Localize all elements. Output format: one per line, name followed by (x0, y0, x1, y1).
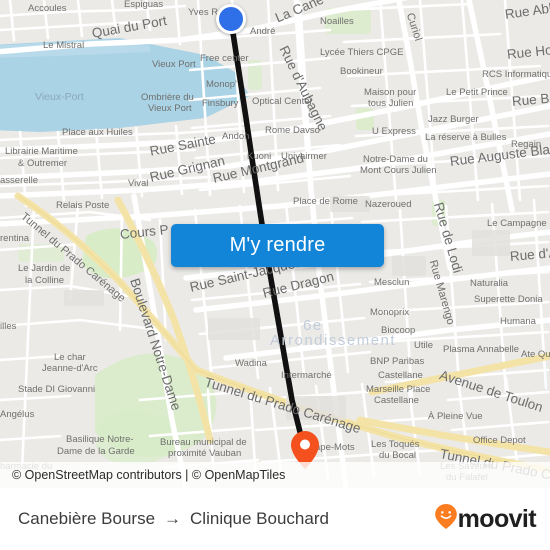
map-canvas[interactable]: Accoules Espiguas Le Mistral Yves Ro André No… (0, 0, 550, 488)
arrow-right-icon: → (164, 509, 182, 528)
moovit-wordmark: moovit (457, 504, 537, 533)
moovit-route-map-page: Accoules Espiguas Le Mistral Yves Ro André No… (0, 0, 550, 550)
navigate-button[interactable]: M'y rendre (171, 224, 384, 267)
moovit-pin-icon (434, 504, 457, 534)
bottom-bar: Canebière Bourse → Clinique Bouchard moo… (0, 488, 550, 550)
route-summary: Canebière Bourse → Clinique Bouchard (18, 509, 329, 529)
map-attribution: © OpenStreetMap contributors | © OpenMap… (0, 462, 550, 488)
attribution-text: © OpenStreetMap contributors | © OpenMap… (12, 468, 286, 482)
route-start-marker[interactable] (216, 4, 246, 34)
moovit-logo[interactable]: moovit (434, 504, 537, 534)
route-origin: Canebière Bourse (18, 509, 156, 528)
route-destination: Clinique Bouchard (190, 509, 329, 528)
